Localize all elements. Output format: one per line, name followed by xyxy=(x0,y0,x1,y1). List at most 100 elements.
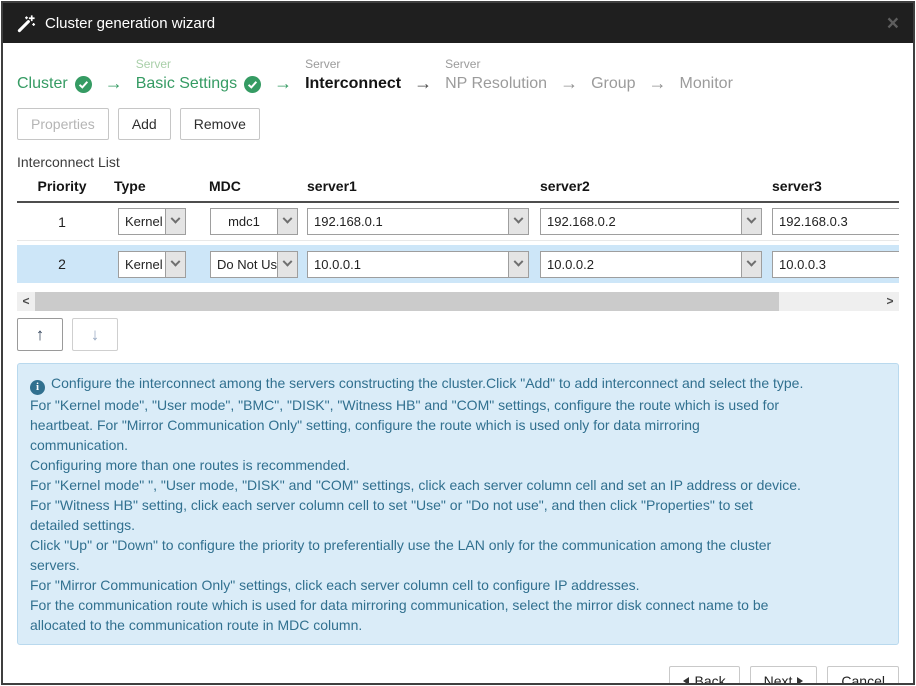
scrollbar-thumb[interactable] xyxy=(35,292,779,311)
triangle-right-icon xyxy=(797,677,803,685)
chevron-down-icon xyxy=(741,252,761,277)
info-line: Configuring more than one routes is reco… xyxy=(30,455,886,475)
step-label: Group xyxy=(591,74,635,94)
chevron-down-icon xyxy=(277,209,297,234)
step-arrow-icon: → xyxy=(414,72,432,94)
type-select[interactable]: Kernel Mode xyxy=(118,251,186,278)
step-arrow-icon: → xyxy=(560,72,578,94)
server2-value: 10.0.0.2 xyxy=(541,252,741,277)
info-line: Click "Up" or "Down" to configure the pr… xyxy=(30,535,886,555)
type-value: Kernel Mode xyxy=(119,252,165,277)
info-box: i Configure the interconnect among the se… xyxy=(17,363,899,645)
step-caption xyxy=(680,57,733,74)
priority-value: 2 xyxy=(17,256,107,272)
type-select[interactable]: Kernel Mode xyxy=(118,208,186,235)
step-caption: Server xyxy=(136,57,261,74)
back-button[interactable]: Back xyxy=(669,666,739,685)
remove-button[interactable]: Remove xyxy=(180,108,260,140)
step-label: Interconnect xyxy=(305,74,401,94)
step-label: Cluster xyxy=(17,74,68,94)
column-header-server2: server2 xyxy=(533,178,765,194)
step-group: Group xyxy=(591,57,635,94)
server2-combo[interactable]: 192.168.0.2 xyxy=(540,208,762,235)
step-arrow-icon: → xyxy=(649,72,667,94)
info-icon: i xyxy=(30,380,45,395)
info-line: communication. xyxy=(30,435,886,455)
server3-value: 192.168.0.3 xyxy=(773,209,899,234)
next-label: Next xyxy=(764,673,793,685)
chevron-down-icon xyxy=(165,252,185,277)
scrollbar-track[interactable] xyxy=(35,292,881,311)
info-line: For "Witness HB" setting, click each ser… xyxy=(30,495,886,515)
wand-icon xyxy=(17,14,36,33)
info-line: For "Kernel mode", "User mode", "BMC", "… xyxy=(30,395,886,415)
interconnect-list-title: Interconnect List xyxy=(17,154,899,170)
dialog-title: Cluster generation wizard xyxy=(45,15,215,32)
column-header-mdc: MDC xyxy=(202,178,300,194)
server3-combo[interactable]: 192.168.0.3 xyxy=(772,208,899,235)
step-interconnect: Server Interconnect xyxy=(305,57,401,94)
column-header-priority: Priority xyxy=(17,178,107,194)
mdc-value: Do Not Use xyxy=(211,252,277,277)
toolbar: Properties Add Remove xyxy=(17,108,899,140)
check-circle-icon xyxy=(244,76,261,93)
step-label: NP Resolution xyxy=(445,74,547,94)
wizard-steps: Cluster → Server Basic Settings → Server… xyxy=(17,57,899,94)
step-np-resolution: Server NP Resolution xyxy=(445,57,547,94)
priority-value: 1 xyxy=(17,214,107,230)
step-caption: Server xyxy=(305,57,401,74)
column-header-server1: server1 xyxy=(300,178,533,194)
server1-combo[interactable]: 192.168.0.1 xyxy=(307,208,529,235)
cluster-generation-wizard-dialog: Cluster generation wizard × Cluster → Se… xyxy=(1,1,915,685)
move-down-button[interactable]: ↓ xyxy=(72,318,118,351)
step-label: Basic Settings xyxy=(136,74,237,94)
server1-value: 192.168.0.1 xyxy=(308,209,508,234)
server1-value: 10.0.0.1 xyxy=(308,252,508,277)
dialog-content: Cluster → Server Basic Settings → Server… xyxy=(3,43,913,685)
mdc-select[interactable]: Do Not Use xyxy=(210,251,298,278)
step-arrow-icon: → xyxy=(105,72,123,94)
close-icon[interactable]: × xyxy=(887,13,899,34)
info-line: allocated to the communication route in … xyxy=(30,615,886,635)
chevron-down-icon xyxy=(508,252,528,277)
server1-combo[interactable]: 10.0.0.1 xyxy=(307,251,529,278)
info-line: servers. xyxy=(30,555,886,575)
server3-combo[interactable]: 10.0.0.3 xyxy=(772,251,899,278)
properties-button[interactable]: Properties xyxy=(17,108,109,140)
step-monitor: Monitor xyxy=(680,57,733,94)
mdc-value: mdc1 xyxy=(211,209,277,234)
chevron-down-icon xyxy=(165,209,185,234)
column-header-type: Type xyxy=(107,178,202,194)
cancel-button[interactable]: Cancel xyxy=(827,666,899,685)
horizontal-scrollbar[interactable]: < > xyxy=(17,292,899,311)
info-text: Configure the interconnect among the ser… xyxy=(51,375,803,391)
triangle-left-icon xyxy=(683,677,689,685)
info-line: For the communication route which is use… xyxy=(30,595,886,615)
interconnect-table: Priority Type MDC server1 server2 server… xyxy=(17,178,899,283)
chevron-down-icon xyxy=(741,209,761,234)
step-basic-settings: Server Basic Settings xyxy=(136,57,261,94)
mdc-select[interactable]: mdc1 xyxy=(210,208,298,235)
scroll-right-icon[interactable]: > xyxy=(881,292,899,311)
check-circle-icon xyxy=(75,76,92,93)
table-row[interactable]: 1 Kernel Mode mdc1 192.168.0.1 192.168.0… xyxy=(17,203,899,241)
move-up-button[interactable]: ↑ xyxy=(17,318,63,351)
info-line: detailed settings. xyxy=(30,515,886,535)
step-label: Monitor xyxy=(680,74,733,94)
chevron-down-icon xyxy=(277,252,297,277)
server3-value: 10.0.0.3 xyxy=(773,252,899,277)
server2-combo[interactable]: 10.0.0.2 xyxy=(540,251,762,278)
chevron-down-icon xyxy=(508,209,528,234)
next-button[interactable]: Next xyxy=(750,666,818,685)
scroll-left-icon[interactable]: < xyxy=(17,292,35,311)
step-caption: Server xyxy=(445,57,547,74)
priority-controls: ↑ ↓ xyxy=(17,318,899,351)
info-line: For "Kernel mode" ", "User mode, "DISK" … xyxy=(30,475,886,495)
cancel-label: Cancel xyxy=(841,673,885,685)
add-button[interactable]: Add xyxy=(118,108,171,140)
type-value: Kernel Mode xyxy=(119,209,165,234)
step-caption xyxy=(17,57,92,74)
arrow-down-icon: ↓ xyxy=(91,325,100,345)
table-row[interactable]: 2 Kernel Mode Do Not Use 10.0.0.1 10.0.0… xyxy=(17,245,899,283)
info-line: i Configure the interconnect among the se… xyxy=(30,373,886,395)
